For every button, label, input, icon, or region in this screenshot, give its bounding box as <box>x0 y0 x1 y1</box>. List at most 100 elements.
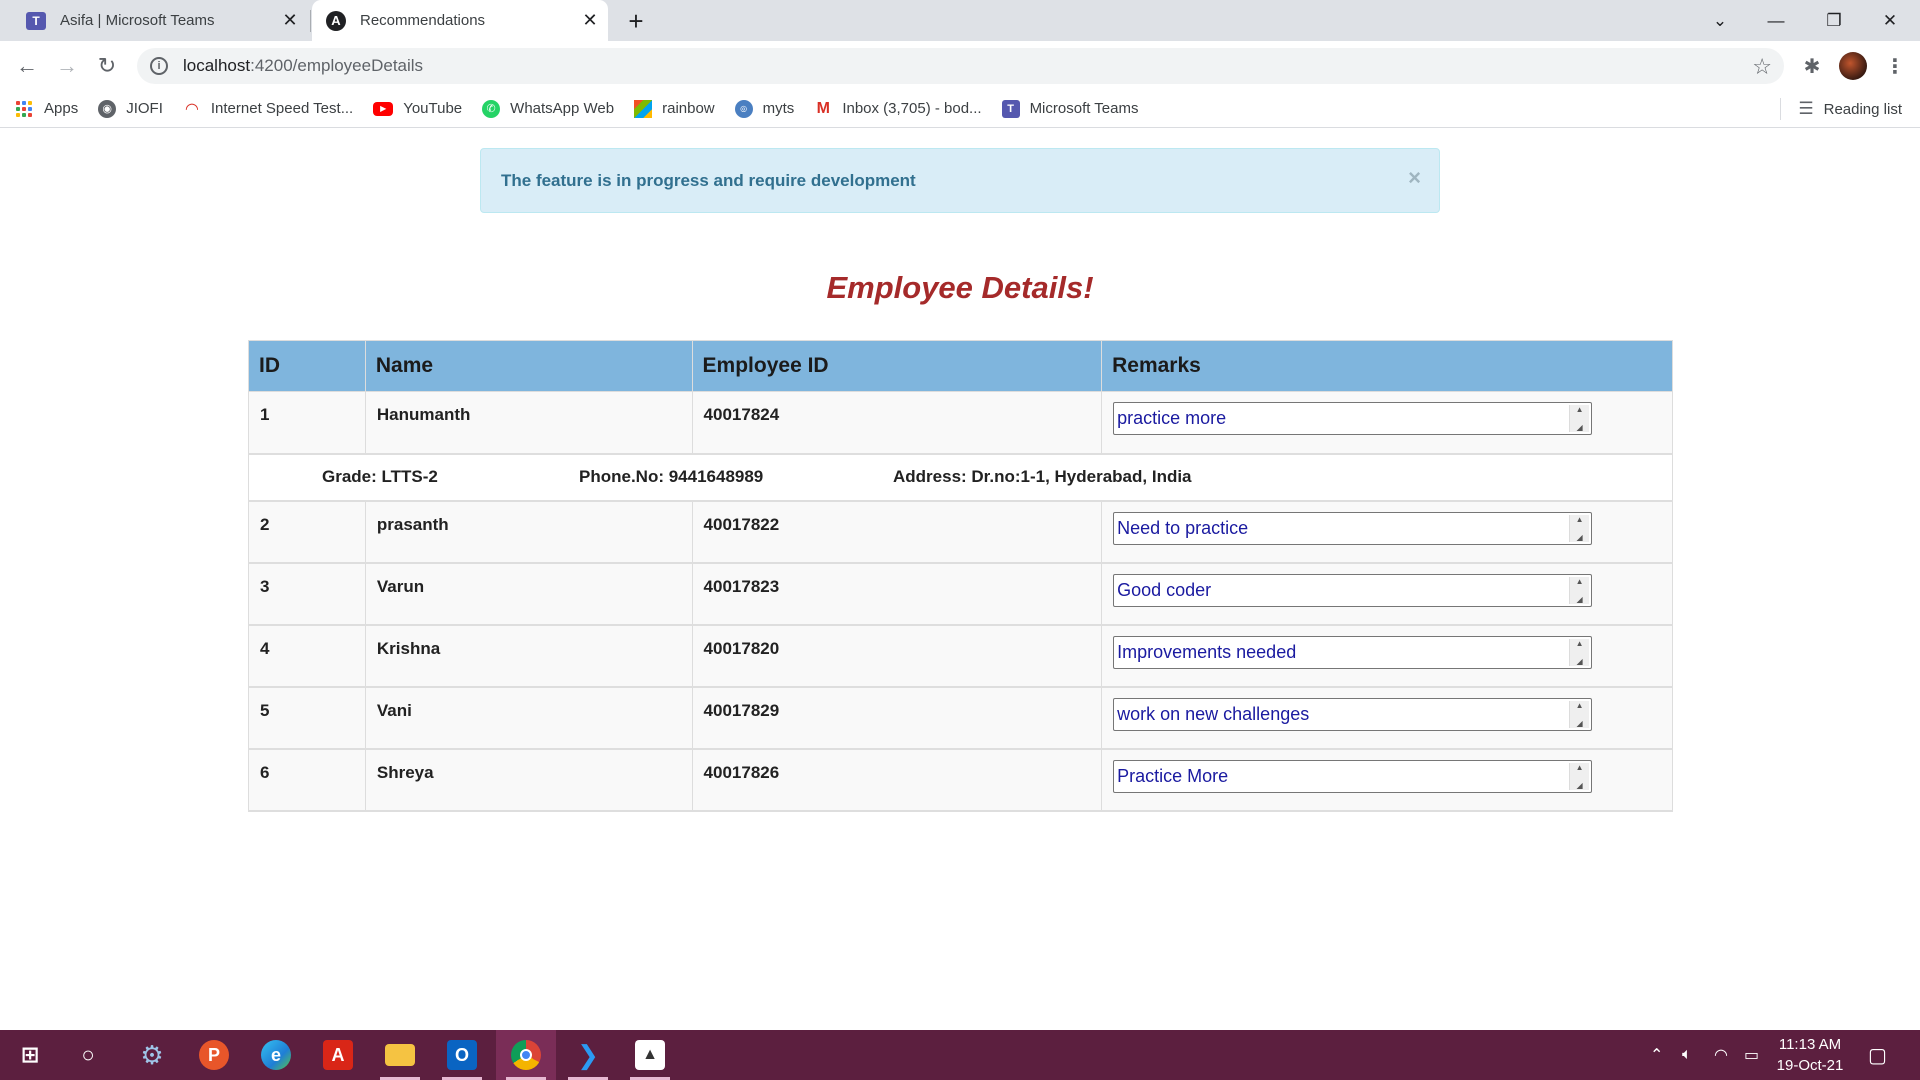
url-path: :4200/employeeDetails <box>250 56 424 75</box>
taskbar-acrobat[interactable]: A <box>308 1030 368 1080</box>
cell-employee-id: 40017824 <box>691 391 1103 455</box>
clock[interactable]: 11:13 AM 19-Oct-21 <box>1755 1034 1865 1076</box>
resize-handle[interactable]: ▲ ◢ <box>1569 576 1590 604</box>
taskbar-chrome[interactable] <box>496 1030 556 1080</box>
cell-id: 2 <box>248 500 366 564</box>
tab-search-icon[interactable]: ⌄ <box>1692 0 1748 41</box>
close-icon[interactable]: × <box>1408 165 1421 191</box>
taskbar-file-explorer[interactable] <box>370 1030 430 1080</box>
bookmark-speedtest[interactable]: ◠ Internet Speed Test... <box>183 100 353 118</box>
menu-icon[interactable]: ⋮ <box>1880 51 1910 81</box>
tab-recommendations[interactable]: A Recommendations ✕ <box>312 0 608 41</box>
table-row[interactable]: 3 Varun 40017823 ▲◢ <box>248 562 1673 626</box>
info-alert: The feature is in progress and require d… <box>480 148 1440 213</box>
extensions-icon[interactable]: ✱ <box>1797 51 1827 81</box>
remarks-input[interactable] <box>1114 636 1592 668</box>
angular-icon: A <box>326 10 346 31</box>
minimize-button[interactable]: — <box>1748 0 1804 41</box>
close-icon[interactable]: ✕ <box>278 9 302 33</box>
volume-icon[interactable]: 🔈︎ <box>1682 1030 1692 1080</box>
tab-title: Recommendations <box>360 12 486 29</box>
cell-name: Shreya <box>364 748 693 812</box>
resize-handle[interactable]: ▲ ◢ <box>1569 405 1590 432</box>
bookmark-label: Internet Speed Test... <box>210 100 354 117</box>
reading-list-icon: ☰ <box>1798 99 1814 118</box>
remarks-field: ▲◢ <box>1113 697 1593 731</box>
remarks-input[interactable] <box>1114 760 1592 792</box>
cell-remarks: ▲◢ <box>1101 562 1673 626</box>
avatar[interactable] <box>1839 52 1867 80</box>
cell-id: 4 <box>248 624 366 688</box>
cell-name: Krishna <box>364 624 693 688</box>
remarks-input[interactable] <box>1114 698 1592 730</box>
tab-separator <box>310 10 311 32</box>
resize-handle[interactable]: ▲ ◢ <box>1569 638 1590 666</box>
resize-handle[interactable]: ▲ ◢ <box>1569 514 1590 542</box>
table-row[interactable]: 4 Krishna 40017820 ▲◢ <box>248 624 1673 688</box>
teams-icon: T <box>26 11 46 30</box>
search-button[interactable]: ○ <box>58 1030 118 1080</box>
notifications-icon[interactable]: ▢ <box>1868 1030 1887 1080</box>
bookmark-rainbow[interactable]: rainbow <box>634 99 715 118</box>
whatsapp-icon: ✆ <box>482 99 501 118</box>
taskbar-outlook[interactable]: O <box>432 1030 492 1080</box>
cell-name: Hanumanth <box>364 391 693 455</box>
tab-teams[interactable]: T Asifa | Microsoft Teams ✕ <box>12 0 308 41</box>
cell-name: prasanth <box>364 500 693 564</box>
browser-toolbar: ← → ↻ i localhost:4200/employeeDetails ☆… <box>0 41 1920 90</box>
table-row[interactable]: 5 Vani 40017829 ▲◢ <box>248 686 1673 750</box>
back-button[interactable]: ← <box>10 49 44 83</box>
start-button[interactable]: ⊞ <box>0 1030 60 1080</box>
bookmark-teams[interactable]: T Microsoft Teams <box>1001 99 1138 118</box>
remarks-field: ▲◢ <box>1113 759 1593 793</box>
taskbar-edge[interactable]: e <box>246 1030 306 1080</box>
bookmark-whatsapp[interactable]: ✆ WhatsApp Web <box>482 99 614 118</box>
bookmark-inbox[interactable]: M Inbox (3,705) - bod... <box>814 100 982 118</box>
new-tab-button[interactable]: + <box>621 6 651 36</box>
bookmark-youtube[interactable]: ▶ YouTube <box>373 100 462 117</box>
address-bar[interactable]: i localhost:4200/employeeDetails ☆ <box>137 48 1784 84</box>
table-row[interactable]: 2 prasanth 40017822 ▲◢ <box>248 500 1673 564</box>
taskbar-postman[interactable]: P <box>184 1030 244 1080</box>
bookmark-apps[interactable]: Apps <box>16 100 78 117</box>
remarks-input[interactable] <box>1114 574 1592 606</box>
bookmark-jiofi[interactable]: ◉ JIOFI <box>98 99 163 118</box>
myts-icon: ◎ <box>734 99 753 118</box>
pdf-icon: A <box>323 1040 353 1070</box>
remarks-input[interactable] <box>1114 512 1592 544</box>
info-icon[interactable]: i <box>150 57 168 75</box>
cell-employee-id: 40017826 <box>691 748 1103 812</box>
table-header-row: ID Name Employee ID Remarks <box>248 340 1673 392</box>
cell-employee-id: 40017822 <box>691 500 1103 564</box>
restore-button[interactable]: ❐ <box>1806 0 1862 41</box>
resize-handle[interactable]: ▲ ◢ <box>1569 762 1590 790</box>
remarks-field: ▲◢ <box>1113 511 1593 545</box>
taskbar-photos[interactable]: ▲ <box>620 1030 680 1080</box>
bookmark-star-icon[interactable]: ☆ <box>1752 54 1772 80</box>
bookmark-label: rainbow <box>662 100 715 117</box>
bookmark-myts[interactable]: ◎ myts <box>734 99 794 118</box>
taskbar-settings[interactable]: ⚙ <box>122 1030 182 1080</box>
table-row[interactable]: 6 Shreya 40017826 ▲◢ <box>248 748 1673 812</box>
taskbar-vscode[interactable]: ❯ <box>558 1030 618 1080</box>
employee-table: ID Name Employee ID Remarks 1 Hanumanth … <box>248 340 1673 812</box>
speedometer-icon: ◠ <box>185 100 199 118</box>
window-close-button[interactable]: ✕ <box>1862 0 1918 41</box>
column-header-id: ID <box>248 340 366 392</box>
tray-chevron-icon[interactable]: ⌃ <box>1650 1030 1663 1080</box>
table-row[interactable]: 1 Hanumanth 40017824 ▲◢ <box>248 391 1673 455</box>
bookmark-label: Inbox (3,705) - bod... <box>842 100 982 117</box>
remarks-input[interactable] <box>1114 403 1592 434</box>
forward-button[interactable]: → <box>50 49 84 83</box>
close-icon[interactable]: ✕ <box>578 9 602 33</box>
bookmark-label: Apps <box>44 100 79 117</box>
divider <box>1780 98 1781 120</box>
cell-employee-id: 40017823 <box>691 562 1103 626</box>
browser-tab-strip: T Asifa | Microsoft Teams ✕ A Recommenda… <box>0 0 1920 41</box>
reading-list-button[interactable]: ☰ Reading list <box>1798 90 1902 128</box>
wifi-icon[interactable]: ◠ <box>1714 1030 1728 1080</box>
reload-button[interactable]: ↻ <box>90 49 124 83</box>
windows-icon: ⊞ <box>20 1042 40 1067</box>
resize-handle[interactable]: ▲ ◢ <box>1569 700 1590 728</box>
vscode-icon: ❯ <box>577 1039 599 1070</box>
